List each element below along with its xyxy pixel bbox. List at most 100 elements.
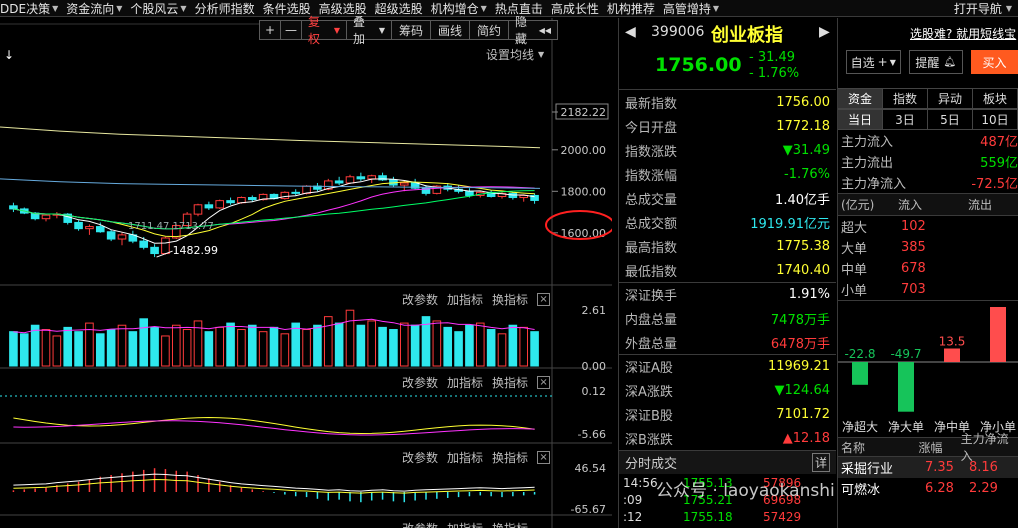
change-params-button[interactable]: 改参数 [402, 291, 438, 308]
tab-tabs2-1[interactable]: 3日 [882, 109, 928, 130]
quote-row-value: 6478万手 [770, 336, 830, 352]
flow-row: 主力流出 559亿 [838, 151, 1018, 172]
tick-row: :12 1755.18 57429 [619, 508, 836, 525]
change-params-button[interactable]: 改参数 [402, 449, 438, 466]
sector-flow: 8.16 [969, 460, 998, 475]
menu-item-10[interactable]: 机构推荐 [606, 0, 663, 16]
close-icon[interactable]: × [537, 293, 551, 306]
add-indicator-button[interactable]: 加指标 [447, 520, 483, 528]
menu-item-9[interactable]: 高成长性 [551, 0, 607, 16]
hide-button[interactable]: 隐藏 ◀◀ [508, 15, 558, 46]
quote-row: 指数涨幅 -1.76% [619, 162, 836, 186]
menu-item-3[interactable]: 分析师指数 [194, 0, 263, 16]
candle-body [237, 197, 246, 204]
tab-tabs1-3[interactable]: 板块 [972, 88, 1018, 109]
net-flow-bar-chart: -22.8净超大-49.7净大单13.5净中单59.0净小单 [838, 307, 1018, 434]
flow-label: 主力净流入 [841, 177, 907, 192]
size-label: 中单 [841, 263, 868, 278]
draw-line-button[interactable]: 画线 [430, 20, 470, 40]
chevron-down-icon: ▼ [333, 25, 340, 35]
candle-body [106, 231, 116, 240]
name-head[interactable]: 名称 [838, 439, 918, 456]
tab-tabs2-2[interactable]: 5日 [927, 109, 973, 130]
tab-tabs2-0[interactable]: 当日 [838, 109, 883, 130]
volume-bar [117, 324, 127, 367]
zoom-out-button[interactable]: — [280, 20, 302, 40]
volume-bar [410, 324, 420, 367]
ind2-tick-label: 46.54 [575, 462, 607, 475]
quote-header: ◀ 399006 创业板指 ▶ 1756.00 - 31.49 - 1.76% [619, 18, 836, 90]
volume-bar [30, 324, 40, 367]
candle-body [215, 200, 225, 209]
switch-indicator-button[interactable]: 换指标 [492, 449, 528, 466]
ma-line-20 [13, 186, 535, 230]
tab-tabs2-3[interactable]: 10日 [972, 109, 1018, 130]
menu-item-2[interactable]: 个股风云 ▼ [130, 0, 194, 16]
size-value: 678 [901, 261, 926, 276]
flow-value: 487亿 [980, 135, 1018, 150]
menu-item-label: 机构推荐 [606, 1, 655, 16]
menu-item-label: 高管增持 [662, 1, 711, 16]
menu-item-11[interactable]: 高管增持 ▼ [662, 0, 727, 16]
ma-line-long [0, 126, 541, 149]
menu-item-1[interactable]: 资金流向 ▼ [66, 0, 130, 16]
pct-head[interactable]: 涨幅 [918, 439, 960, 456]
tick-price: 1755.18 [683, 509, 733, 524]
hide-label: 隐藏 [515, 15, 528, 46]
quote-row-label: 深证A股 [625, 361, 673, 376]
quote-row: 最新指数 1756.00 [619, 90, 836, 114]
ad-link[interactable]: 选股难? 就用短线宝 [838, 18, 1018, 48]
add-watchlist-label: 自选 [850, 55, 875, 70]
sector-row[interactable]: 可燃冰 6.28 2.29 [838, 478, 1018, 499]
ma-settings[interactable]: 设置均线 ▼ [486, 46, 553, 63]
volume-bar [182, 329, 192, 367]
fuquan-dropdown[interactable]: 复权 ▼ [301, 15, 347, 46]
add-indicator-button[interactable]: 加指标 [447, 374, 483, 391]
add-watchlist-button[interactable]: 自选 + ▼ [846, 50, 901, 74]
quote-row-value: 7478万手 [770, 312, 830, 328]
ind2-panel-header: 改参数 加指标 换指标 × [402, 449, 551, 466]
simple-mode-button[interactable]: 简约 [469, 20, 509, 40]
stock-code: 399006 [651, 24, 705, 40]
chevron-down-icon: ▼ [378, 25, 385, 35]
chips-button[interactable]: 筹码 [391, 20, 431, 40]
open-nav-button[interactable]: 打开导航 ▼ [949, 0, 1018, 16]
menu-item-6[interactable]: 超级选股 [375, 0, 431, 16]
candle-body [193, 204, 203, 215]
menu-item-0[interactable]: DDE决策 ▼ [0, 0, 66, 16]
switch-indicator-button[interactable]: 换指标 [492, 374, 528, 391]
volume-bar [280, 333, 290, 367]
volume-bar [150, 326, 159, 367]
switch-indicator-button[interactable]: 换指标 [492, 520, 528, 528]
prev-stock-icon[interactable]: ◀ [625, 24, 636, 40]
add-indicator-button[interactable]: 加指标 [447, 449, 483, 466]
tab-tabs1-1[interactable]: 指数 [882, 88, 928, 109]
next-stock-icon[interactable]: ▶ [819, 24, 830, 40]
quote-row-value: 1.40亿手 [775, 192, 830, 208]
zoom-in-button[interactable]: + [259, 20, 281, 40]
change-params-button[interactable]: 改参数 [402, 374, 438, 391]
menu-item-label: 分析师指数 [194, 1, 255, 16]
size-label: 大单 [841, 242, 868, 257]
flow-head[interactable]: 主力净流入 [961, 430, 1018, 464]
candle-body [291, 191, 301, 194]
add-indicator-button[interactable]: 加指标 [447, 291, 483, 308]
alert-button[interactable]: 提醒 🔔︎ [908, 50, 963, 74]
change-params-button[interactable]: 改参数 [402, 520, 438, 528]
volume-bar [345, 309, 355, 367]
close-icon[interactable]: × [537, 451, 551, 464]
tab-tabs1-0[interactable]: 资金 [838, 88, 883, 109]
menu-item-7[interactable]: 机构增仓 ▼ [431, 0, 495, 16]
switch-indicator-button[interactable]: 换指标 [492, 291, 528, 308]
detail-button[interactable]: 详 [811, 453, 830, 472]
menu-item-label: 条件选股 [262, 1, 311, 16]
ind1-tick-label: -5.66 [578, 428, 606, 441]
volume-bar [475, 322, 485, 367]
last-price: 1756.00 [655, 54, 742, 76]
tab-tabs1-2[interactable]: 异动 [927, 88, 973, 109]
candle-body [334, 180, 344, 184]
sector-row[interactable]: 采掘行业 7.35 8.16 [838, 457, 1018, 478]
buy-button[interactable]: 买入 [971, 50, 1018, 74]
overlay-dropdown[interactable]: 叠加 ▼ [346, 15, 392, 46]
close-icon[interactable]: × [537, 376, 551, 389]
